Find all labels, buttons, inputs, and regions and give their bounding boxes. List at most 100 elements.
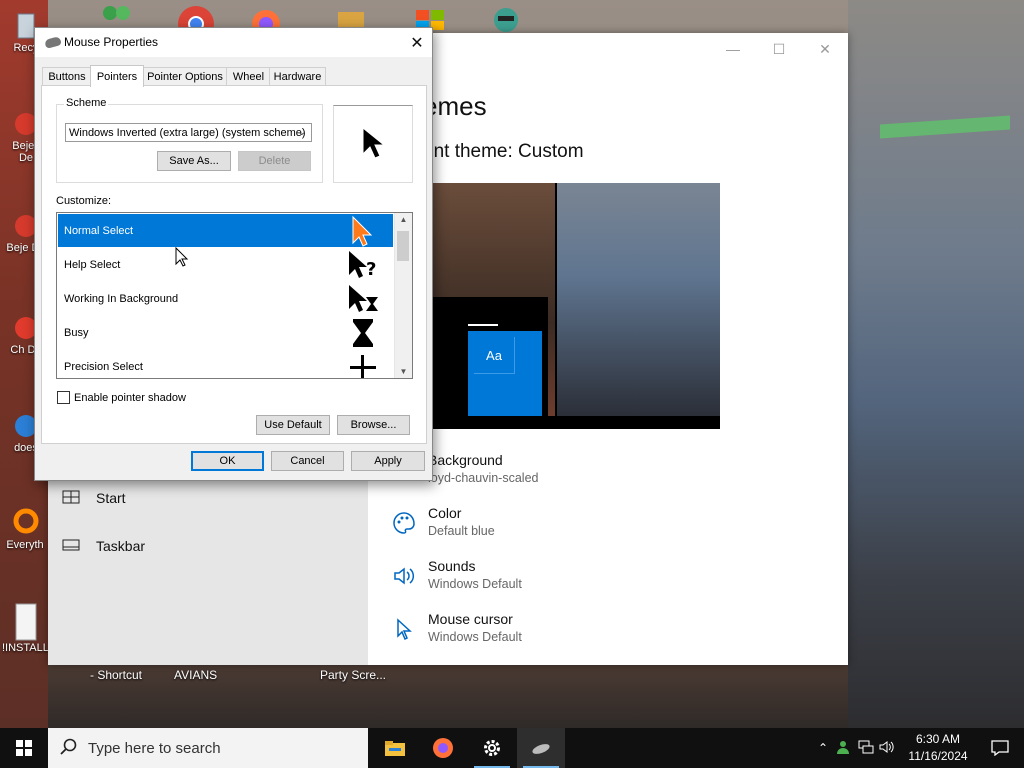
- taskbar: Type here to search ⌃ 6:30 AM 11/16/2024: [0, 728, 1024, 768]
- system-tray: ⌃: [815, 728, 897, 768]
- preview-tile-text: Aa: [474, 337, 515, 374]
- mouse-icon: [532, 744, 550, 754]
- theme-row-value: Windows Default: [428, 577, 522, 591]
- theme-row-value: Default blue: [428, 524, 495, 538]
- close-icon[interactable]: ✕: [802, 33, 848, 65]
- people-icon[interactable]: [831, 740, 855, 757]
- settings-gear-icon: [484, 740, 500, 756]
- list-item-label: Precision Select: [64, 360, 143, 373]
- maximize-icon[interactable]: ☐: [756, 33, 802, 65]
- pointer-list-scrollbar[interactable]: ▲ ▼: [394, 213, 412, 378]
- theme-row-background[interactable]: Background loyd-chauvin-scaled: [388, 452, 688, 500]
- preview-photo-right: [557, 183, 720, 416]
- mouse-properties-dialog: Mouse Properties ✕ Buttons Pointers Poin…: [34, 27, 433, 481]
- scheme-group: Scheme Windows Inverted (extra large) (s…: [56, 97, 323, 183]
- tab-pointers[interactable]: Pointers: [90, 65, 144, 87]
- customize-label: Customize:: [56, 195, 112, 207]
- mouse-icon: [44, 36, 62, 49]
- theme-row-color[interactable]: Color Default blue: [388, 505, 688, 553]
- tab-wheel[interactable]: Wheel: [226, 67, 271, 86]
- tab-pointer-options[interactable]: Pointer Options: [142, 67, 228, 86]
- save-as-button[interactable]: Save As...: [157, 151, 231, 171]
- list-item-normal-select[interactable]: Normal Select: [58, 214, 393, 247]
- taskbar-mouse-properties[interactable]: [517, 728, 565, 768]
- desktop-icon-install[interactable]: !INSTALL: [2, 602, 49, 654]
- desktop-icon-everything[interactable]: Everyth: [2, 505, 48, 551]
- taskbar-clock[interactable]: 6:30 AM 11/16/2024: [900, 731, 976, 765]
- delete-button[interactable]: Delete: [238, 151, 311, 171]
- scheme-select[interactable]: Windows Inverted (extra large) (system s…: [65, 123, 312, 142]
- scroll-thumb[interactable]: [397, 231, 409, 261]
- scroll-down-icon[interactable]: ▼: [395, 367, 412, 376]
- search-icon: [60, 738, 78, 761]
- pointers-panel: Scheme Windows Inverted (extra large) (s…: [41, 85, 427, 444]
- action-center-button[interactable]: [976, 728, 1024, 768]
- working-cursor-icon: [349, 285, 378, 312]
- enable-pointer-shadow-checkbox[interactable]: Enable pointer shadow: [57, 391, 186, 404]
- list-item-precision-select[interactable]: Precision Select: [58, 350, 393, 378]
- crosshair-icon: [350, 355, 376, 378]
- taskbar-search[interactable]: Type here to search: [48, 728, 368, 768]
- minimize-icon[interactable]: —: [710, 33, 756, 65]
- list-item-label: Working In Background: [64, 292, 179, 305]
- volume-icon[interactable]: [877, 740, 897, 757]
- taskbar-settings[interactable]: [468, 728, 516, 768]
- scheme-label: Scheme: [64, 97, 109, 109]
- preview-taskbar: [433, 416, 720, 429]
- cursor-icon: [392, 617, 416, 641]
- list-item-busy[interactable]: Busy: [58, 316, 393, 349]
- theme-row-mouse-cursor[interactable]: Mouse cursor Windows Default: [388, 611, 688, 659]
- list-item-working-in-background[interactable]: Working In Background: [58, 282, 393, 315]
- scroll-up-icon[interactable]: ▲: [395, 215, 412, 224]
- cancel-button[interactable]: Cancel: [271, 451, 344, 471]
- tab-buttons[interactable]: Buttons: [42, 67, 92, 86]
- current-theme-label: ent theme: Custom: [423, 141, 584, 162]
- arrow-cursor-icon: [362, 126, 385, 159]
- hourglass-icon: [353, 319, 373, 347]
- scheme-select-value: Windows Inverted (extra large) (system s…: [69, 126, 306, 139]
- close-icon[interactable]: ✕: [402, 28, 432, 57]
- checkbox-box[interactable]: [57, 391, 70, 404]
- desktop-label-shortcut[interactable]: - Shortcut: [90, 668, 142, 682]
- theme-row-value: loyd-chauvin-scaled: [428, 471, 539, 485]
- theme-preview: Aa: [433, 183, 720, 429]
- network-icon[interactable]: [855, 740, 877, 757]
- taskbar-firefox[interactable]: [419, 728, 467, 768]
- list-item-label: Normal Select: [64, 224, 134, 237]
- desktop-icon-label: !INSTALL: [2, 642, 49, 654]
- tab-hardware[interactable]: Hardware: [269, 67, 326, 86]
- desktop-label-party-screen[interactable]: Party Scre...: [320, 668, 386, 682]
- clock-time: 6:30 AM: [915, 732, 961, 746]
- mouse-pointer-icon: [175, 247, 189, 267]
- sidebar-item-start[interactable]: Start: [62, 486, 126, 510]
- sidebar-item-taskbar[interactable]: Taskbar: [62, 534, 145, 558]
- search-placeholder: Type here to search: [88, 740, 221, 757]
- theme-row-title: Background: [428, 452, 503, 468]
- wallpaper-right: [848, 0, 1024, 728]
- window-controls: — ☐ ✕: [710, 33, 848, 65]
- theme-row-title: Sounds: [428, 558, 476, 574]
- taskbar-file-explorer[interactable]: [371, 728, 419, 768]
- firefox-icon: [433, 738, 453, 758]
- desktop-icon-label: Everyth: [6, 539, 44, 551]
- palette-icon: [392, 511, 416, 535]
- desktop-label-avians[interactable]: AVIANS: [174, 668, 217, 682]
- cursor-preview: [333, 105, 413, 183]
- dialog-title: Mouse Properties: [64, 35, 159, 49]
- pointer-list[interactable]: Normal Select Help Select ? Working In B…: [56, 212, 413, 379]
- checkbox-label: Enable pointer shadow: [74, 391, 186, 404]
- theme-row-title: Color: [428, 505, 462, 521]
- dialog-title-bar[interactable]: Mouse Properties ✕: [35, 28, 432, 57]
- use-default-button[interactable]: Use Default: [256, 415, 330, 435]
- browse-button[interactable]: Browse...: [337, 415, 410, 435]
- ok-button[interactable]: OK: [191, 451, 264, 471]
- preview-title-bar: [468, 324, 498, 326]
- apply-button[interactable]: Apply: [351, 451, 425, 471]
- start-button[interactable]: [0, 728, 48, 768]
- sidebar-item-label: Start: [96, 490, 126, 506]
- theme-row-sounds[interactable]: Sounds Windows Default: [388, 558, 688, 606]
- windows-logo-icon: [16, 740, 32, 756]
- chevron-up-icon[interactable]: ⌃: [815, 741, 831, 755]
- list-item-help-select[interactable]: Help Select ?: [58, 248, 393, 281]
- help-cursor-icon: ?: [349, 251, 376, 280]
